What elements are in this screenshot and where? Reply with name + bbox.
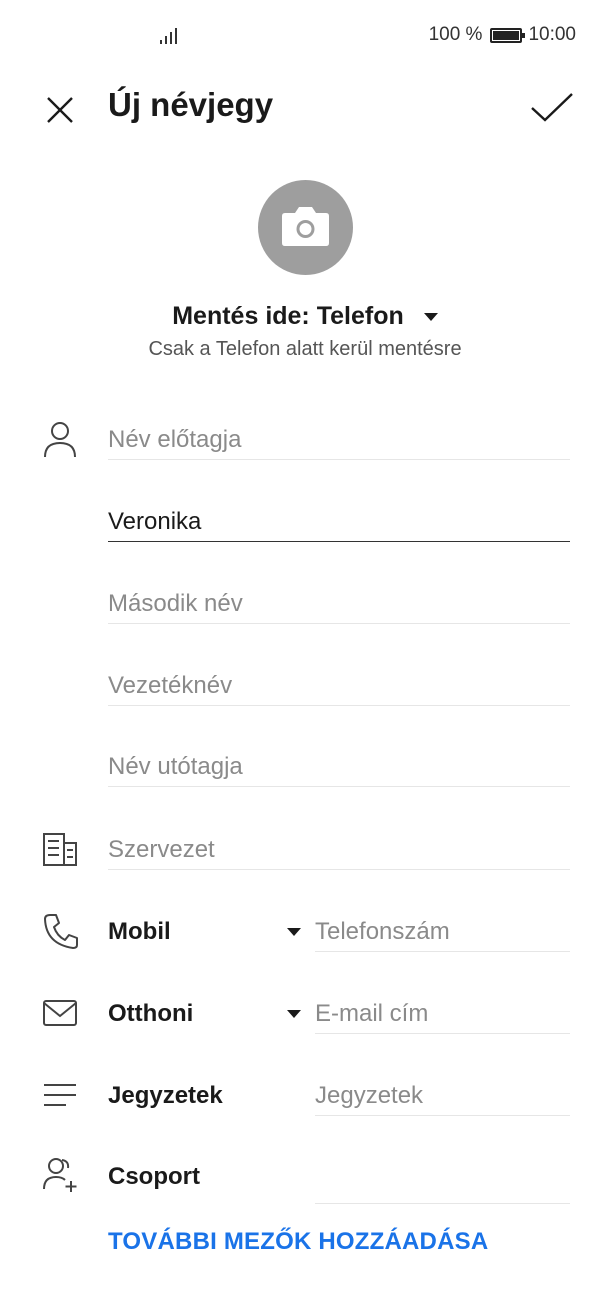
add-more-fields-button[interactable]: TOVÁBBI MEZŐK HOZZÁADÁSA xyxy=(108,1228,488,1256)
email-icon xyxy=(43,1000,77,1026)
organization-icon xyxy=(43,833,77,866)
close-icon[interactable] xyxy=(38,88,82,132)
phone-number-field[interactable]: Telefonszám xyxy=(315,912,570,952)
group-label[interactable]: Csoport xyxy=(108,1157,200,1197)
status-right: 100 % 10:00 xyxy=(429,24,576,46)
group-field[interactable] xyxy=(315,1164,570,1204)
save-location-selector[interactable]: Mentés ide: Telefon xyxy=(0,302,610,331)
group-add-icon xyxy=(43,1158,77,1192)
save-location-label-wrap: Mentés ide: Telefon xyxy=(172,302,438,331)
status-bar: 100 % 10:00 xyxy=(0,0,610,70)
add-photo-button[interactable] xyxy=(258,180,353,275)
phone-type-label[interactable]: Mobil xyxy=(108,912,171,952)
name-suffix-field[interactable]: Név utótagja xyxy=(108,747,570,787)
clock: 10:00 xyxy=(528,24,576,45)
person-icon xyxy=(44,422,76,458)
organization-field[interactable]: Szervezet xyxy=(108,830,570,870)
notes-label: Jegyzetek xyxy=(108,1082,223,1109)
first-name-field[interactable]: Veronika xyxy=(108,502,570,542)
app-bar: Új névjegy xyxy=(0,70,610,144)
save-location-note: Csak a Telefon alatt kerül mentésre xyxy=(148,338,462,360)
signal-icon xyxy=(160,28,177,44)
save-check-icon[interactable] xyxy=(528,86,576,130)
notes-field[interactable]: Jegyzetek xyxy=(315,1076,570,1116)
email-field[interactable]: E-mail cím xyxy=(315,994,570,1034)
email-type-label[interactable]: Otthoni xyxy=(108,994,193,1034)
last-name-field[interactable]: Vezetéknév xyxy=(108,666,570,706)
phone-icon xyxy=(44,914,78,949)
phone-type-chevron-down-icon[interactable] xyxy=(287,928,301,936)
email-type-chevron-down-icon[interactable] xyxy=(287,1010,301,1018)
middle-name-field[interactable]: Második név xyxy=(108,584,570,624)
chevron-down-icon xyxy=(423,312,438,321)
battery-icon xyxy=(490,27,526,43)
camera-icon xyxy=(282,207,329,246)
save-location-label: Mentés ide: Telefon xyxy=(172,302,404,330)
name-prefix-field[interactable]: Név előtagja xyxy=(108,420,570,460)
notes-icon xyxy=(44,1084,76,1106)
battery-percent: 100 % xyxy=(428,24,483,45)
page-title: Új névjegy xyxy=(108,86,274,123)
